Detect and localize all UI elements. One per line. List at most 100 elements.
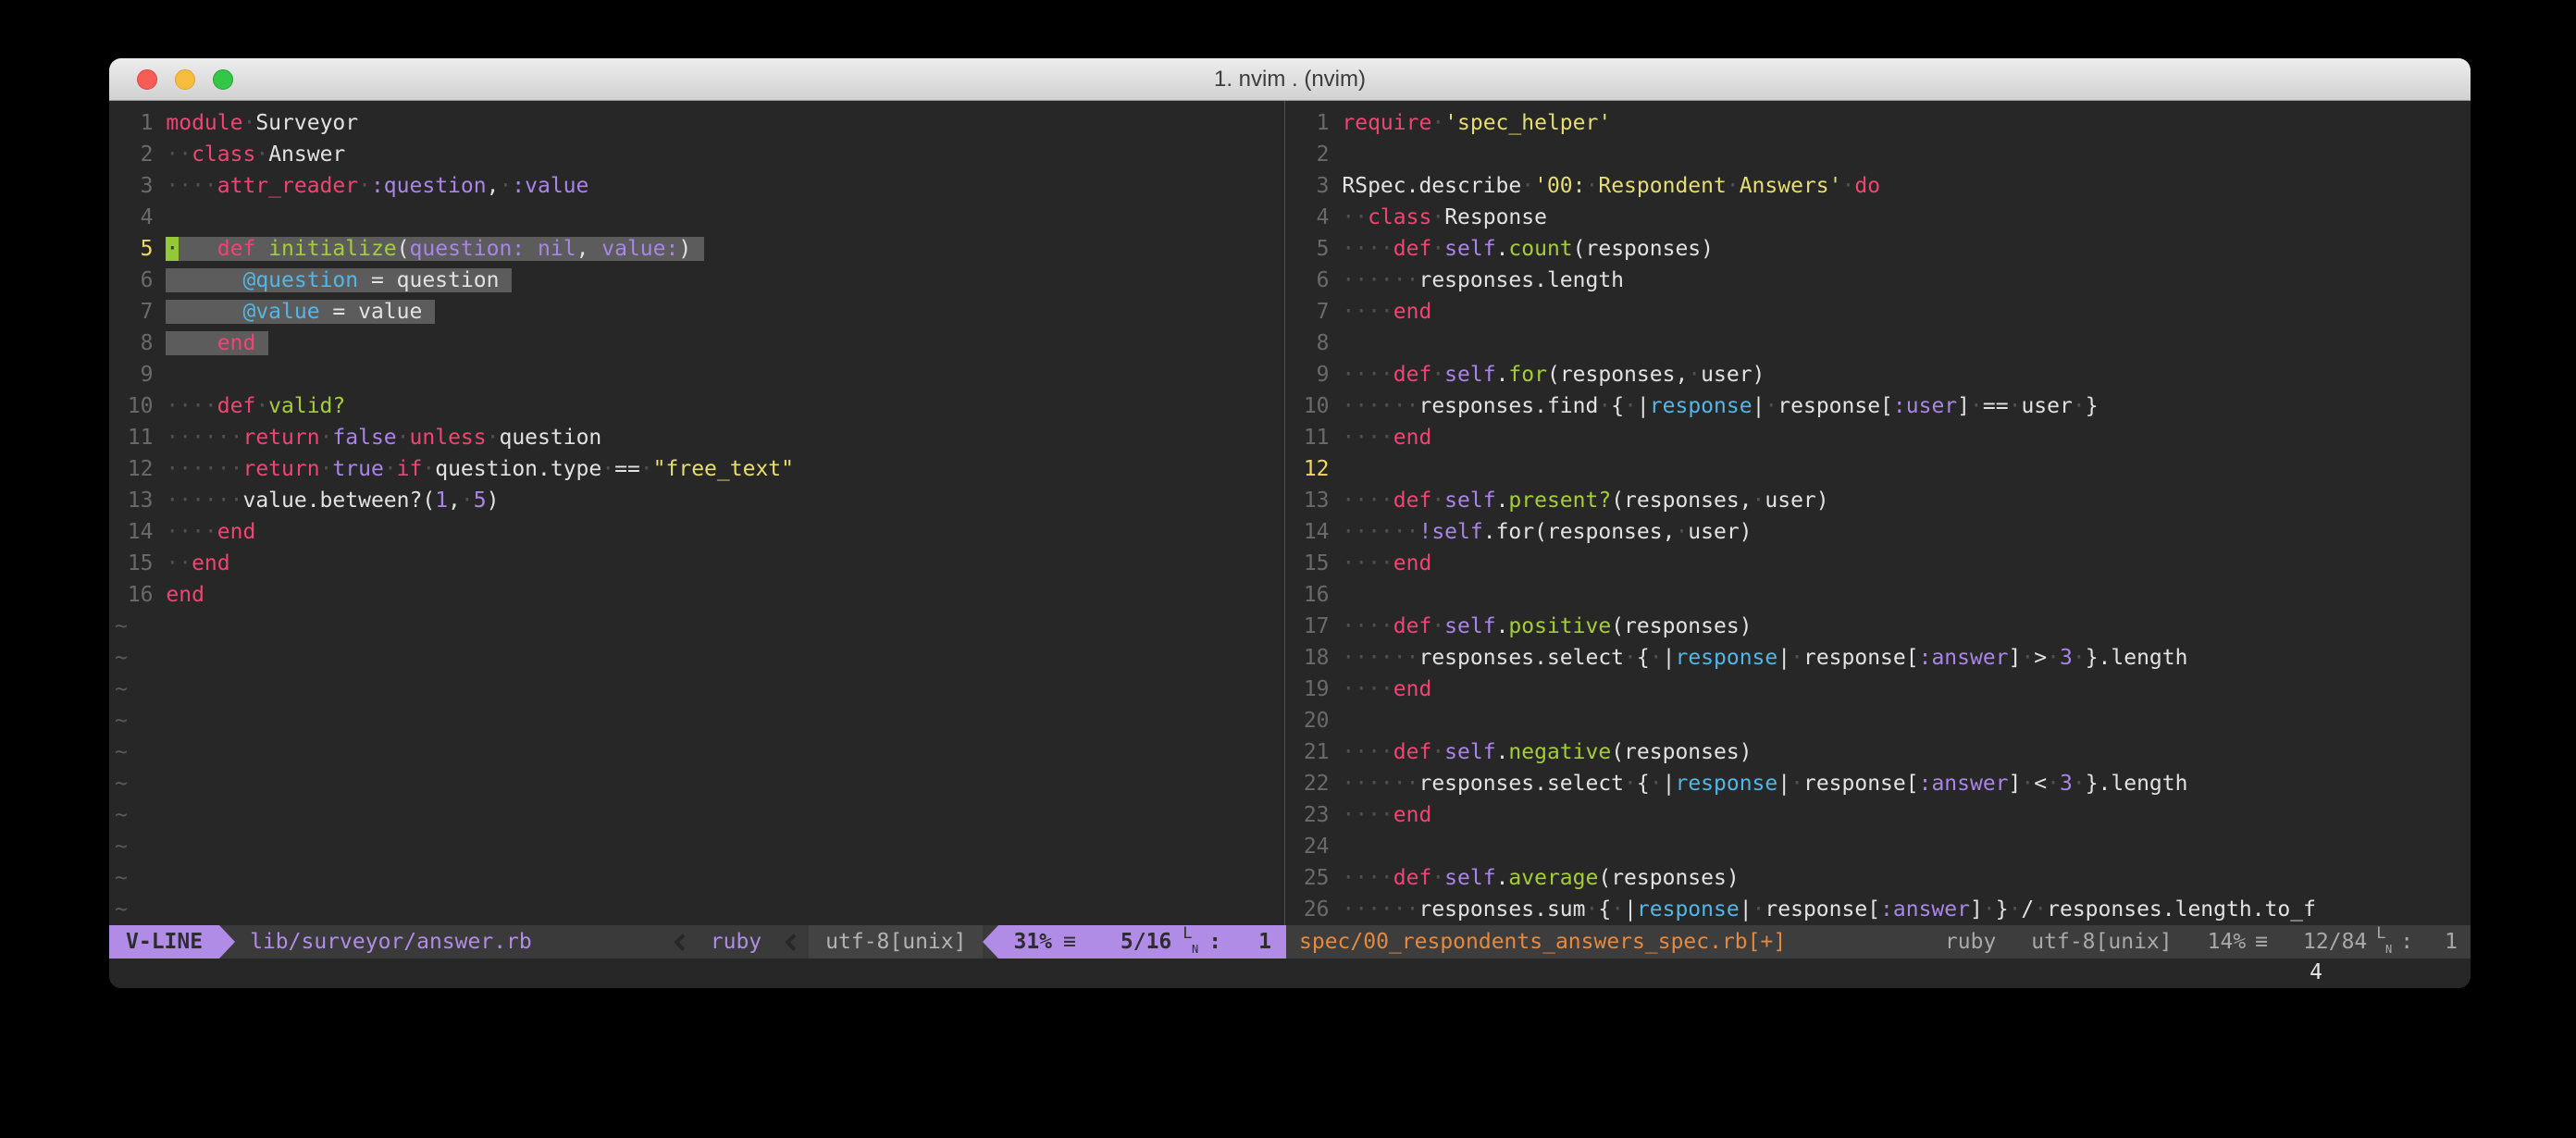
code-line[interactable]: 10······responses.find·{·|response|·resp… [1291,390,2471,422]
line-number: 5 [115,233,154,265]
encoding-label: utf-8[unix] [809,925,983,959]
line-number: 11 [115,422,154,453]
encoding-label: utf-8[unix] [2031,930,2172,954]
statusline-right: spec/00_respondents_answers_spec.rb[+] r… [1286,925,2471,959]
file-path: lib/surveyor/answer.rb [235,925,547,959]
line-number: 18 [1291,642,1330,674]
line-number: 14 [115,516,154,548]
code-line[interactable]: 16end [115,579,1284,611]
scroll-group: 14% ≡ [2208,930,2268,954]
line-number: 10 [115,390,154,422]
menu-icon: ≡ [1063,930,1076,954]
empty-line-tilde: ~ [115,614,128,638]
code-line[interactable]: 26······responses.sum·{·|response|·respo… [1291,894,2471,925]
code-line[interactable]: 1module·Surveyor [115,107,1284,139]
code-line[interactable]: 15··end [115,548,1284,579]
code-line[interactable]: 7····end [1291,296,2471,328]
line-number: 4 [115,202,154,233]
code-line[interactable]: 20 [1291,705,2471,736]
code-line[interactable]: 10····def·valid? [115,390,1284,422]
line-number: 2 [1291,139,1330,170]
code-line[interactable]: 23····end [1291,799,2471,831]
code-line[interactable]: 13······value.between?(1,·5) [115,485,1284,516]
code-line[interactable]: 9····def·self.for(responses,·user) [1291,359,2471,390]
statusline-left-right-group: ruby utf-8[unix] [663,925,984,959]
code-line[interactable]: 1require·'spec_helper' [1291,107,2471,139]
line-number: 7 [115,296,154,328]
code-line[interactable]: 12······return·true·if·question.type·==·… [115,453,1284,485]
code-line[interactable]: 12 [1291,453,2471,485]
colon-separator: : [2400,930,2413,954]
terminal-window: 1. nvim . (nvim) 1module·Surveyor2··clas… [109,58,2471,988]
code-line[interactable]: 16 [1291,579,2471,611]
code-line[interactable]: 19····end [1291,674,2471,705]
scroll-percent: 14% [2208,930,2247,954]
line-number: 25 [1291,862,1330,894]
code-line[interactable]: 14····end [115,516,1284,548]
code-line[interactable]: 7 @value = value [115,296,1284,328]
line-number: 15 [115,548,154,579]
line-number: 8 [1291,328,1330,359]
pending-command-count: 4 [2310,959,2322,986]
colon-separator: : [1208,930,1221,954]
line-number: 19 [1291,674,1330,705]
command-line: 4 [109,959,2471,988]
code-line[interactable]: 15····end [1291,548,2471,579]
line-number: 4 [1291,202,1330,233]
code-line[interactable]: 24 [1291,831,2471,862]
line-number: 2 [115,139,154,170]
code-line[interactable]: 3····attr_reader·:question,·:value [115,170,1284,202]
code-line[interactable]: 4 [115,202,1284,233]
cursor-column: 1 [1258,930,1271,954]
code-line[interactable]: 11······return·false·unless·question [115,422,1284,453]
code-line[interactable]: 2 [1291,139,2471,170]
code-line[interactable]: 5····def·self.count(responses) [1291,233,2471,265]
code-line[interactable]: 2··class·Answer [115,139,1284,170]
nvim-editor: 1module·Surveyor2··class·Answer3····attr… [109,101,2471,925]
chevron-left-icon [674,934,690,950]
window-titlebar[interactable]: 1. nvim . (nvim) [109,58,2471,101]
right-code-pane[interactable]: 1require·'spec_helper'23RSpec.describe·'… [1285,101,2471,925]
line-number: 12 [115,453,154,485]
code-line[interactable]: 25····def·self.average(responses) [1291,862,2471,894]
cursor-position: 5/16 [1121,930,1171,954]
code-line[interactable]: 8 [1291,328,2471,359]
line-number: 26 [1291,894,1330,925]
line-number: 1 [115,107,154,139]
code-line[interactable]: 4··class·Response [1291,202,2471,233]
empty-line-tilde: ~ [115,740,128,764]
empty-line-tilde: ~ [115,897,128,922]
statusline-left: V-LINE lib/surveyor/answer.rb ruby utf-8… [109,925,1286,959]
line-number: 3 [115,170,154,202]
menu-icon: ≡ [2255,930,2268,954]
window-title: 1. nvim . (nvim) [1214,67,1366,93]
minimize-button[interactable] [175,69,195,90]
line-number: 13 [115,485,154,516]
code-line[interactable]: 8 end [115,328,1284,359]
cursor-position: 12/84 [2303,930,2367,954]
code-line[interactable]: 5· def initialize(question: nil, value:) [115,233,1284,265]
left-code-pane[interactable]: 1module·Surveyor2··class·Answer3····attr… [109,101,1285,925]
mode-indicator: V-LINE [109,925,219,959]
close-button[interactable] [137,69,157,90]
line-number: 6 [115,265,154,296]
code-line[interactable]: 11····end [1291,422,2471,453]
position-segment: 31% ≡ 5/16 LN : 1 [998,925,1286,959]
code-line[interactable]: 6······responses.length [1291,265,2471,296]
zoom-button[interactable] [213,69,233,90]
code-line[interactable]: 6 @question = question [115,265,1284,296]
code-line[interactable]: 13····def·self.present?(responses,·user) [1291,485,2471,516]
line-number: 10 [1291,390,1330,422]
code-line[interactable]: 14······!self.for(responses,·user) [1291,516,2471,548]
empty-line-tilde: ~ [115,866,128,890]
statusline-right-group: ruby utf-8[unix] 14% ≡ 12/84 LN : 1 [1945,929,2471,955]
filetype-label: ruby [1945,930,1996,954]
code-line[interactable]: 9 [115,359,1284,390]
code-line[interactable]: 22······responses.select·{·|response|·re… [1291,768,2471,799]
code-line[interactable]: 21····def·self.negative(responses) [1291,736,2471,768]
chevron-left-icon [785,934,801,950]
cursor-column: 1 [2445,930,2458,954]
code-line[interactable]: 18······responses.select·{·|response|·re… [1291,642,2471,674]
code-line[interactable]: 17····def·self.positive(responses) [1291,611,2471,642]
code-line[interactable]: 3RSpec.describe·'00:·Respondent·Answers'… [1291,170,2471,202]
